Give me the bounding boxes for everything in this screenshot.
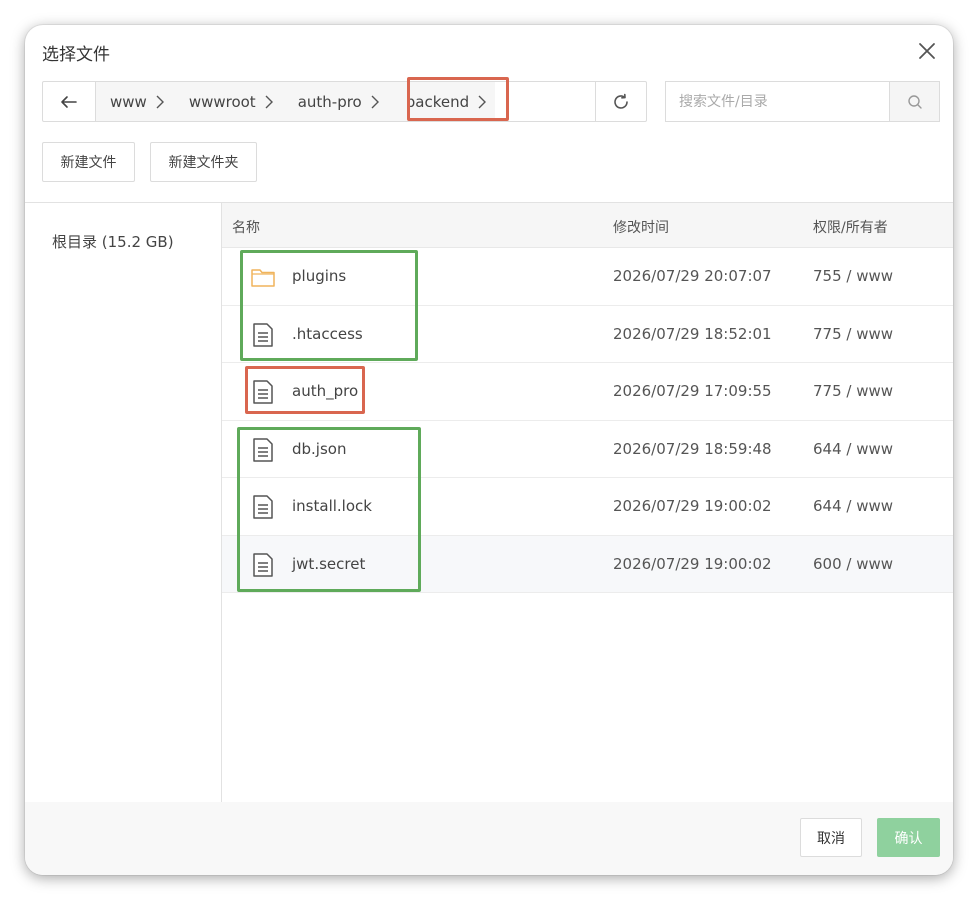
- sidebar-item-root[interactable]: 根目录 (15.2 GB): [52, 231, 174, 252]
- file-icon: [250, 494, 276, 520]
- file-perm: 644 / www: [813, 497, 894, 515]
- close-icon[interactable]: [917, 41, 937, 61]
- file-perm: 775 / www: [813, 324, 894, 343]
- search-input[interactable]: [666, 82, 889, 121]
- column-header-mtime[interactable]: 修改时间: [613, 217, 669, 237]
- cancel-button[interactable]: 取消: [800, 818, 862, 857]
- sidebar: 根目录 (15.2 GB): [25, 203, 222, 802]
- table-row[interactable]: plugins 2026/07/29 20:07:07 755 / www: [222, 248, 953, 306]
- file-mtime: 2026/07/29 17:09:55: [613, 382, 772, 400]
- content-area: 根目录 (15.2 GB) 名称 修改时间 权限/所有者 plugins 202…: [25, 202, 953, 802]
- table-row[interactable]: jwt.secret 2026/07/29 19:00:02 600 / www: [222, 535, 953, 593]
- arrow-left-icon: [61, 95, 77, 108]
- column-header-perm[interactable]: 权限/所有者: [813, 217, 888, 237]
- search-icon: [907, 94, 922, 109]
- breadcrumb-label: www: [110, 92, 147, 111]
- dialog-title: 选择文件: [42, 45, 110, 65]
- file-perm: 644 / www: [813, 439, 894, 458]
- file-picker-dialog: 选择文件 www wwwroot auth-pro backend 搜索文件/目…: [25, 25, 953, 875]
- search-box: [665, 81, 940, 122]
- dialog-footer: 取消 确认: [25, 802, 953, 875]
- table-row[interactable]: install.lock 2026/07/29 19:00:02 644 / w…: [222, 478, 953, 536]
- breadcrumb-item-backend[interactable]: backend: [381, 82, 496, 121]
- breadcrumb-item-wwwroot[interactable]: wwwroot: [167, 82, 276, 121]
- breadcrumb-label: auth-pro: [297, 92, 362, 111]
- file-name: db.json: [292, 439, 347, 458]
- column-header-name[interactable]: 名称: [232, 217, 260, 237]
- file-table: 名称 修改时间 权限/所有者 plugins 2026/07/29 20:07:…: [222, 203, 953, 593]
- table-header: 名称 修改时间 权限/所有者: [222, 203, 953, 248]
- file-name: auth_pro: [292, 382, 359, 400]
- confirm-button[interactable]: 确认: [877, 818, 940, 857]
- file-name: .htaccess: [292, 324, 363, 343]
- refresh-icon: [614, 93, 628, 109]
- new-folder-button[interactable]: 新建文件夹: [150, 142, 257, 182]
- refresh-button[interactable]: [595, 82, 646, 121]
- file-mtime: 2026/07/29 18:59:48: [613, 439, 772, 458]
- back-button[interactable]: [43, 82, 96, 121]
- file-mtime: 2026/07/29 19:00:02: [613, 497, 772, 515]
- file-perm: 755 / www: [813, 267, 894, 285]
- breadcrumb-item-auth-pro[interactable]: auth-pro: [276, 82, 382, 121]
- file-mtime: 2026/07/29 18:52:01: [613, 324, 772, 343]
- file-name: jwt.secret: [292, 554, 366, 573]
- file-perm: 600 / www: [813, 554, 894, 573]
- chevron-right-icon: [370, 95, 380, 109]
- new-file-button[interactable]: 新建文件: [42, 142, 135, 182]
- file-icon: [250, 322, 276, 348]
- chevron-right-icon: [155, 95, 165, 109]
- path-bar: www wwwroot auth-pro backend: [42, 81, 647, 122]
- table-row[interactable]: .htaccess 2026/07/29 18:52:01 775 / www: [222, 306, 953, 363]
- file-name: plugins: [292, 267, 347, 285]
- chevron-right-icon: [477, 95, 487, 109]
- file-perm: 775 / www: [813, 382, 894, 400]
- file-mtime: 2026/07/29 20:07:07: [613, 267, 772, 285]
- file-name: install.lock: [292, 497, 372, 515]
- table-row[interactable]: auth_pro 2026/07/29 17:09:55 775 / www: [222, 363, 953, 421]
- file-icon: [250, 379, 276, 405]
- breadcrumb-label: backend: [405, 92, 470, 111]
- file-mtime: 2026/07/29 19:00:02: [613, 554, 772, 573]
- breadcrumb-item-www[interactable]: www: [96, 82, 167, 121]
- breadcrumb-spacer: [495, 82, 521, 121]
- file-icon: [250, 552, 276, 578]
- breadcrumb-label: wwwroot: [188, 92, 256, 111]
- table-row[interactable]: db.json 2026/07/29 18:59:48 644 / www: [222, 421, 953, 478]
- chevron-right-icon: [264, 95, 274, 109]
- breadcrumb: www wwwroot auth-pro backend: [96, 82, 521, 121]
- file-icon: [250, 437, 276, 463]
- folder-icon: [250, 264, 276, 290]
- search-button[interactable]: [889, 82, 939, 121]
